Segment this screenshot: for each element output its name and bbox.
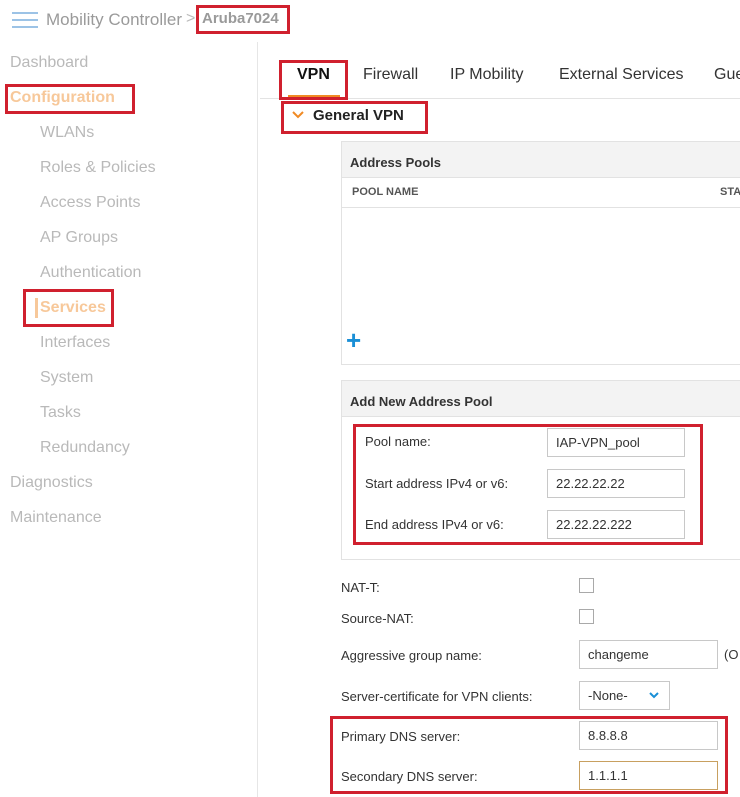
tab-external-services[interactable]: External Services [559,66,684,84]
sidebar-item-ap-groups[interactable]: AP Groups [40,229,118,247]
sidebar-item-access-points[interactable]: Access Points [40,194,140,212]
active-indicator [35,298,38,318]
section-title[interactable]: General VPN [313,107,404,124]
server-cert-label: Server-certificate for VPN clients: [341,689,533,704]
nat-t-label: NAT-T: [341,580,380,595]
end-address-label: End address IPv4 or v6: [365,517,504,532]
start-address-input[interactable]: 22.22.22.22 [547,469,685,498]
chevron-down-icon [649,692,659,699]
tab-firewall[interactable]: Firewall [363,66,418,84]
sidebar-item-roles-policies[interactable]: Roles & Policies [40,159,156,177]
source-nat-label: Source-NAT: [341,611,414,626]
end-address-input[interactable]: 22.22.22.222 [547,510,685,539]
sidebar-item-dashboard[interactable]: Dashboard [10,54,88,72]
sidebar-item-tasks[interactable]: Tasks [40,404,81,422]
sidebar-item-maintenance[interactable]: Maintenance [10,509,102,527]
primary-dns-input[interactable]: 8.8.8.8 [579,721,718,750]
server-cert-value: -None- [588,688,628,703]
server-cert-select[interactable]: -None- [579,681,670,710]
tabs-divider [260,98,740,99]
secondary-dns-input[interactable]: 1.1.1.1 [579,761,718,790]
brand-title: Mobility Controller [46,10,183,29]
table-header: POOL NAME STA [342,178,740,208]
pool-name-label: Pool name: [365,434,431,449]
primary-dns-label: Primary DNS server: [341,729,461,744]
tab-vpn[interactable]: VPN [297,66,330,84]
aggressive-group-note: (O [724,647,739,662]
address-pools-title: Address Pools [342,142,740,178]
pool-name-input[interactable]: IAP-VPN_pool [547,428,685,457]
address-pools-panel: Address Pools POOL NAME STA [341,141,740,365]
column-status[interactable]: STA [720,186,740,198]
secondary-dns-label: Secondary DNS server: [341,769,478,784]
sidebar-item-redundancy[interactable]: Redundancy [40,439,130,457]
add-pool-title: Add New Address Pool [342,381,740,417]
start-address-label: Start address IPv4 or v6: [365,476,509,491]
add-pool-icon[interactable]: + [346,325,361,356]
source-nat-checkbox[interactable] [579,609,594,624]
top-header: Mobility Controller > Aruba7024 [0,0,740,42]
sidebar-item-system[interactable]: System [40,369,93,387]
device-name[interactable]: Aruba7024 [202,10,279,27]
sidebar-item-authentication[interactable]: Authentication [40,264,141,282]
aggressive-group-label: Aggressive group name: [341,648,482,663]
sidebar-item-interfaces[interactable]: Interfaces [40,334,110,352]
breadcrumb-separator: > [186,10,196,27]
sidebar-item-configuration[interactable]: Configuration [10,89,115,107]
tab-guest[interactable]: Gue [714,66,740,84]
nat-t-checkbox[interactable] [579,578,594,593]
tab-ip-mobility[interactable]: IP Mobility [450,66,524,84]
sidebar: Dashboard Configuration WLANs Roles & Po… [0,42,258,797]
sidebar-item-services[interactable]: Services [40,299,106,317]
aggressive-group-input[interactable]: changeme [579,640,718,669]
chevron-down-icon[interactable] [292,110,304,120]
menu-icon[interactable] [12,12,38,30]
column-pool-name[interactable]: POOL NAME [352,186,418,198]
sidebar-item-wlans[interactable]: WLANs [40,124,94,142]
sidebar-item-diagnostics[interactable]: Diagnostics [10,474,93,492]
